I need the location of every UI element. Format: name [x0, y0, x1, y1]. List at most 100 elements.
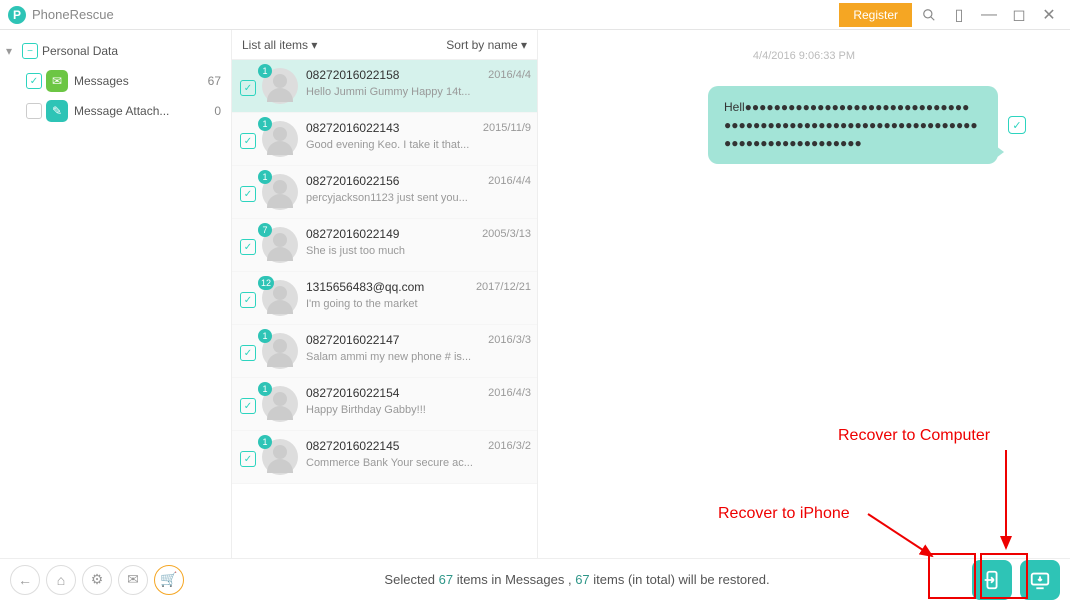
arrow-icon	[996, 448, 1016, 558]
message-checkbox[interactable]: ✓	[240, 186, 256, 202]
message-list-panel: List all items ▾ Sort by name ▾ ✓1082720…	[232, 30, 538, 558]
message-number: 08272016022158	[306, 68, 399, 82]
message-preview: Good evening Keo. I take it that...	[306, 139, 531, 151]
message-preview: I'm going to the market	[306, 298, 531, 310]
home-button[interactable]: ⌂	[46, 565, 76, 595]
maximize-icon[interactable]: ◻	[1006, 2, 1032, 28]
sidebar: ▾ − Personal Data ✓ ✉ Messages 67 ✓ ✎ Me…	[0, 30, 232, 558]
sidebar-item-messages[interactable]: ✓ ✉ Messages 67	[0, 66, 231, 96]
list-filter-dropdown[interactable]: List all items ▾	[242, 38, 317, 52]
cart-button[interactable]: 🛒	[154, 565, 184, 595]
message-row[interactable]: ✓121315656483@qq.com2017/12/21I'm going …	[232, 272, 537, 325]
message-row[interactable]: ✓1082720160221432015/11/9Good evening Ke…	[232, 113, 537, 166]
avatar-icon: 1	[262, 174, 298, 210]
close-icon[interactable]: ✕	[1036, 2, 1062, 28]
message-preview: Salam ammi my new phone # is...	[306, 351, 531, 363]
message-preview: Commerce Bank Your secure ac...	[306, 457, 531, 469]
title-bar: P PhoneRescue Register ▯ — ◻ ✕	[0, 0, 1070, 30]
message-date: 2016/4/4	[488, 69, 531, 81]
annotation-recover-iphone: Recover to iPhone	[718, 505, 850, 523]
preview-panel: 4/4/2016 9:06:33 PM Hell●●●●●●●●●●●●●●●●…	[538, 30, 1070, 558]
settings-button[interactable]: ⚙	[82, 565, 112, 595]
bubble-checkbox[interactable]: ✓	[1008, 116, 1026, 134]
back-button[interactable]: ←	[10, 565, 40, 595]
message-preview: She is just too much	[306, 245, 531, 257]
message-checkbox[interactable]: ✓	[240, 451, 256, 467]
message-preview: percyjackson1123 just sent you...	[306, 192, 531, 204]
unread-badge: 1	[258, 117, 272, 131]
avatar-icon: 1	[262, 121, 298, 157]
unread-badge: 1	[258, 170, 272, 184]
recover-to-computer-button[interactable]	[1020, 560, 1060, 600]
app-title: PhoneRescue	[32, 7, 114, 22]
unread-badge: 1	[258, 329, 272, 343]
preview-timestamp: 4/4/2016 9:06:33 PM	[538, 50, 1070, 62]
message-number: 08272016022149	[306, 227, 399, 241]
message-date: 2016/4/3	[488, 387, 531, 399]
message-date: 2017/12/21	[476, 281, 531, 293]
avatar-icon: 1	[262, 68, 298, 104]
menu-icon[interactable]: ▯	[946, 2, 972, 28]
attachments-icon: ✎	[46, 100, 68, 122]
unread-badge: 12	[258, 276, 274, 290]
minimize-icon[interactable]: —	[976, 2, 1002, 28]
message-checkbox[interactable]: ✓	[240, 239, 256, 255]
message-date: 2015/11/9	[483, 122, 531, 134]
chevron-down-icon[interactable]: ▾	[6, 44, 18, 58]
message-date: 2005/3/13	[482, 228, 531, 240]
message-date: 2016/4/4	[488, 175, 531, 187]
app-logo-icon: P	[8, 6, 26, 24]
message-row[interactable]: ✓7082720160221492005/3/13She is just too…	[232, 219, 537, 272]
attachments-checkbox[interactable]: ✓	[26, 103, 42, 119]
unread-badge: 1	[258, 435, 272, 449]
message-checkbox[interactable]: ✓	[240, 398, 256, 414]
message-row[interactable]: ✓1082720160221542016/4/3Happy Birthday G…	[232, 378, 537, 431]
message-number: 08272016022145	[306, 439, 399, 453]
mail-button[interactable]: ✉	[118, 565, 148, 595]
message-number: 1315656483@qq.com	[306, 280, 424, 294]
messages-icon: ✉	[46, 70, 68, 92]
message-list[interactable]: ✓1082720160221582016/4/4Hello Jummi Gumm…	[232, 60, 537, 558]
messages-count: 67	[208, 74, 231, 88]
message-row[interactable]: ✓1082720160221582016/4/4Hello Jummi Gumm…	[232, 60, 537, 113]
arrow-icon	[866, 512, 946, 562]
message-row[interactable]: ✓1082720160221472016/3/3Salam ammi my ne…	[232, 325, 537, 378]
status-text: Selected 67 items in Messages , 67 items…	[190, 572, 964, 587]
message-row[interactable]: ✓1082720160221562016/4/4percyjackson1123…	[232, 166, 537, 219]
message-number: 08272016022156	[306, 174, 399, 188]
message-row[interactable]: ✓1082720160221452016/3/2Commerce Bank Yo…	[232, 431, 537, 484]
tree-root-label: Personal Data	[42, 44, 231, 58]
tree-root-row[interactable]: ▾ − Personal Data	[0, 36, 231, 66]
sort-dropdown[interactable]: Sort by name ▾	[446, 38, 527, 52]
message-number: 08272016022147	[306, 333, 399, 347]
search-icon[interactable]	[916, 2, 942, 28]
message-preview: Hello Jummi Gummy Happy 14t...	[306, 86, 531, 98]
avatar-icon: 7	[262, 227, 298, 263]
root-checkbox[interactable]: −	[22, 43, 38, 59]
unread-badge: 7	[258, 223, 272, 237]
footer: ← ⌂ ⚙ ✉ 🛒 Selected 67 items in Messages …	[0, 558, 1070, 600]
recover-to-iphone-button[interactable]	[972, 560, 1012, 600]
message-checkbox[interactable]: ✓	[240, 80, 256, 96]
message-checkbox[interactable]: ✓	[240, 345, 256, 361]
list-header: List all items ▾ Sort by name ▾	[232, 30, 537, 60]
message-bubble: Hell●●●●●●●●●●●●●●●●●●●●●●●●●●●●●●● ●●●●…	[708, 86, 998, 164]
message-checkbox[interactable]: ✓	[240, 292, 256, 308]
avatar-icon: 1	[262, 333, 298, 369]
attachments-count: 0	[214, 104, 231, 118]
sidebar-item-label: Message Attach...	[74, 104, 214, 118]
avatar-icon: 1	[262, 439, 298, 475]
unread-badge: 1	[258, 64, 272, 78]
message-checkbox[interactable]: ✓	[240, 133, 256, 149]
avatar-icon: 12	[262, 280, 298, 316]
sidebar-item-label: Messages	[74, 74, 208, 88]
avatar-icon: 1	[262, 386, 298, 422]
unread-badge: 1	[258, 382, 272, 396]
message-date: 2016/3/3	[488, 334, 531, 346]
message-date: 2016/3/2	[488, 440, 531, 452]
sidebar-item-attachments[interactable]: ✓ ✎ Message Attach... 0	[0, 96, 231, 126]
message-preview: Happy Birthday Gabby!!!	[306, 404, 531, 416]
register-button[interactable]: Register	[839, 3, 912, 27]
messages-checkbox[interactable]: ✓	[26, 73, 42, 89]
message-number: 08272016022154	[306, 386, 399, 400]
